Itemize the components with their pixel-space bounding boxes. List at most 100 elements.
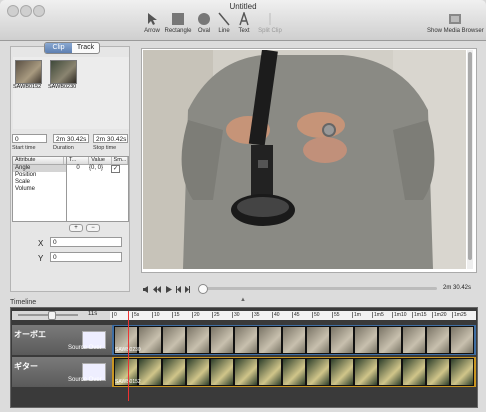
rectangle-tool-button[interactable]: Rectangle: [164, 12, 192, 34]
clip-frame: [162, 358, 186, 386]
ruler-tick-label: 30: [232, 312, 240, 318]
remove-keyframe-button[interactable]: −: [86, 224, 100, 232]
column-smooth[interactable]: Sm...: [112, 157, 129, 164]
text-icon: [239, 12, 249, 26]
clip-frame: [402, 326, 426, 354]
oval-icon: [198, 13, 210, 25]
clip-frame: [282, 326, 306, 354]
keyframe-time: 0: [76, 165, 80, 171]
clip-frame: [426, 358, 450, 386]
playback-controls: [143, 286, 190, 293]
clip-frame: [138, 326, 162, 354]
playback-slider-knob[interactable]: [198, 284, 208, 294]
window-title: Untitled: [229, 2, 257, 11]
track-blend-mode[interactable]: Source Over: [68, 345, 102, 351]
clip-frame: [234, 326, 258, 354]
zoom-slider-knob[interactable]: [48, 311, 56, 320]
timeline-playhead[interactable]: [128, 311, 129, 401]
play-icon: [166, 286, 172, 293]
playback-slider-track[interactable]: [199, 287, 437, 290]
media-browser-icon: [449, 14, 461, 24]
transport-bar: 2m 30.42s: [141, 283, 475, 295]
viewer-scrollbar[interactable]: [467, 50, 473, 269]
clip-frame: [210, 358, 234, 386]
stop-time-field[interactable]: 2m 30.42s: [93, 134, 128, 143]
zoom-level: 11s: [88, 311, 98, 317]
clip-frame: [378, 358, 402, 386]
split-handle-icon[interactable]: ▲: [240, 297, 246, 303]
video-frame[interactable]: [143, 50, 466, 269]
clip-frame: [330, 358, 354, 386]
inspector-tabs: Clip Track: [44, 42, 100, 54]
clip-frame: [186, 326, 210, 354]
clip-frame: [138, 358, 162, 386]
track-name: オーボエ: [14, 330, 46, 339]
attribute-row[interactable]: Scale: [13, 179, 66, 186]
attribute-table-header: Attribute: [13, 157, 66, 165]
clip-frame: [186, 358, 210, 386]
ruler-tick-label: 10: [152, 312, 160, 318]
column-value[interactable]: Value: [89, 157, 112, 164]
track-header-oboe[interactable]: オーボエ Source Over: [12, 325, 112, 355]
y-field[interactable]: 0: [50, 252, 122, 262]
scrollbar-knob[interactable]: [468, 52, 472, 260]
smooth-checkbox[interactable]: ✓: [111, 165, 120, 173]
keyframe-table-header: T... Value Sm...: [67, 157, 129, 165]
timeline-ruler[interactable]: 0 5s 10 15 20 25 30 35 40 45 50 55 1m 1m5 1m10 1m15 1m20…: [110, 311, 476, 320]
ruler-tick-label: 45: [292, 312, 300, 318]
ruler-tick-label: 0: [112, 312, 117, 318]
ruler-tick-label: 15: [172, 312, 180, 318]
arrow-tool-button[interactable]: Arrow: [142, 12, 162, 34]
step-forward-icon: [185, 286, 190, 293]
attribute-row[interactable]: Volume: [13, 186, 66, 193]
y-label: Y: [38, 254, 44, 263]
clip-thumbnail-sawb0230[interactable]: SAWB0230: [48, 60, 78, 90]
attribute-table: Attribute Angle Position Scale Volume: [12, 156, 67, 222]
ruler-tick-label: 20: [192, 312, 200, 318]
clip-frame: [258, 358, 282, 386]
ruler-tick-label: 40: [272, 312, 280, 318]
ruler-tick-label: 1m15: [412, 312, 427, 318]
show-media-browser-button[interactable]: Show Media Browser: [427, 12, 484, 34]
keyframe-row[interactable]: 0 {0, 0} ✓: [67, 165, 128, 173]
oval-tool-button[interactable]: Oval: [195, 12, 213, 34]
start-time-field[interactable]: 0: [12, 134, 47, 143]
track-header-guitar[interactable]: ギター Source Over: [12, 357, 112, 387]
clip-frame: [234, 358, 258, 386]
text-tool-button[interactable]: Text: [236, 12, 252, 34]
track-clip-oboe[interactable]: SAWB0230: [112, 325, 476, 355]
clip-frame: [402, 358, 426, 386]
clip-frame: [354, 358, 378, 386]
clip-frame: [426, 326, 450, 354]
ruler-tick-label: 1m5: [372, 312, 384, 318]
clip-name: SAWB0152: [13, 84, 42, 90]
clip-frame: [378, 326, 402, 354]
ruler-tick-label: 5s: [132, 312, 140, 318]
start-time-caption: Start time: [12, 145, 36, 151]
ruler-tick-label: 35: [252, 312, 260, 318]
ruler-tick-label: 55: [332, 312, 340, 318]
track-clip-guitar[interactable]: SAWB0152: [112, 357, 476, 387]
clip-frame: [258, 326, 282, 354]
add-keyframe-button[interactable]: +: [69, 224, 83, 232]
ruler-tick-label: 1m: [352, 312, 361, 318]
clip-thumbnail-sawb0152[interactable]: SAWB0152: [13, 60, 43, 90]
attribute-row[interactable]: Position: [13, 172, 66, 179]
clip-frame: [210, 326, 234, 354]
column-time[interactable]: T...: [67, 157, 90, 164]
line-tool-button[interactable]: Line: [216, 12, 232, 34]
rewind-icon: [153, 286, 161, 293]
ruler-tick-label: 25: [212, 312, 220, 318]
clip-list: SAWB0152 SAWB0230: [13, 57, 129, 129]
split-clip-tool-button[interactable]: Split Clip: [256, 12, 284, 34]
track-blend-mode[interactable]: Source Over: [68, 377, 102, 383]
clip-frame: [282, 358, 306, 386]
tab-clip[interactable]: Clip: [45, 43, 72, 53]
attribute-row[interactable]: Angle: [13, 165, 66, 172]
column-attribute[interactable]: Attribute: [13, 157, 64, 164]
clip-image: [50, 60, 77, 84]
timeline-zoom-area: 11s: [12, 311, 110, 320]
x-field[interactable]: 0: [50, 237, 122, 247]
tab-track[interactable]: Track: [72, 43, 99, 53]
duration-field[interactable]: 2m 30.42s: [53, 134, 89, 143]
